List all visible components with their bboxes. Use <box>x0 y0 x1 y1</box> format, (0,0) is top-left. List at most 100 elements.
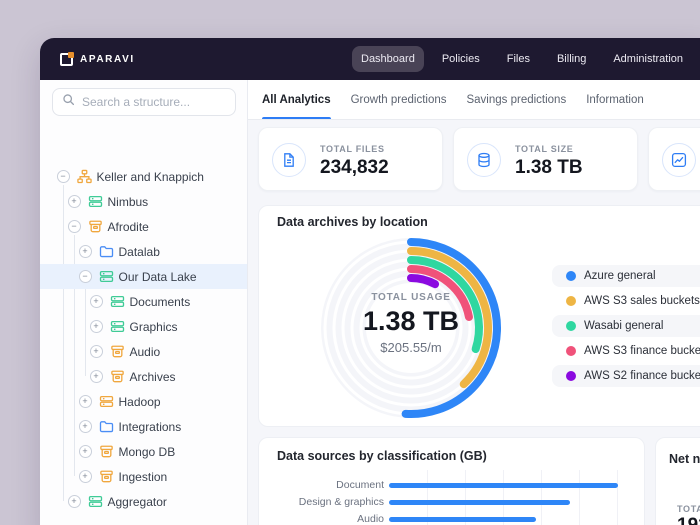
stat-card-total-files[interactable]: TOTAL FILES 234,832 <box>258 127 443 191</box>
legend-dot <box>566 321 576 331</box>
collapse-toggle[interactable]: − <box>56 170 70 183</box>
expand-toggle[interactable]: + <box>78 470 92 483</box>
donut-center: TOTAL USAGE 1.38 TB $205.55/m <box>331 292 491 355</box>
legend-label: AWS S2 finance buckets <box>584 370 700 382</box>
tab-savings-predictions[interactable]: Savings predictions <box>466 80 566 119</box>
tree-item-documents[interactable]: + Documents <box>40 289 247 314</box>
nav-item-files[interactable]: Files <box>498 46 539 72</box>
tree-item-label: Hadoop <box>118 395 161 409</box>
logo-text: APARAVI <box>80 53 135 65</box>
bar-audio <box>389 516 536 522</box>
data-archives-panel: Data archives by location TOTAL USAGE 1.… <box>258 205 700 427</box>
collapse-toggle[interactable]: − <box>78 270 92 283</box>
legend-item-aws-s2-finance-buckets[interactable]: AWS S2 finance buckets <box>552 365 700 387</box>
tree-item-afrodite[interactable]: − Afrodite <box>40 214 247 239</box>
tab-growth-predictions[interactable]: Growth predictions <box>351 80 447 119</box>
gridline <box>617 470 618 525</box>
expand-toggle[interactable]: + <box>67 495 81 508</box>
tree-item-label: Audio <box>129 345 161 359</box>
legend-label: AWS S3 sales buckets <box>584 295 700 307</box>
stat-value: 1.38 TB <box>515 157 583 178</box>
net-total-label: TOTAL <box>677 504 700 514</box>
expand-toggle[interactable]: + <box>89 320 103 333</box>
nav-item-administration[interactable]: Administration <box>604 46 692 72</box>
stack-green-icon <box>110 319 125 334</box>
expand-toggle[interactable]: + <box>78 445 92 458</box>
tree-item-hadoop[interactable]: + Hadoop <box>40 389 247 414</box>
search-input[interactable] <box>82 95 237 109</box>
tree-item-label: Aggregator <box>107 495 167 509</box>
archive-icon <box>99 469 114 484</box>
tree-item-graphics[interactable]: + Graphics <box>40 314 247 339</box>
expand-toggle[interactable]: + <box>89 295 103 308</box>
tree-item-integrations[interactable]: + Integrations <box>40 414 247 439</box>
legend-dot <box>566 371 576 381</box>
bar-document <box>389 482 618 488</box>
expand-toggle[interactable]: + <box>78 395 92 408</box>
tree-item-keller-and-knappich[interactable]: − Keller and Knappich <box>40 164 247 189</box>
tree-item-label: Ingestion <box>118 470 168 484</box>
monthly-cost: $205.55/m <box>380 340 442 355</box>
tab-information[interactable]: Information <box>586 80 644 119</box>
legend-item-aws-s3-sales-buckets[interactable]: AWS S3 sales buckets <box>552 290 700 312</box>
bar-label: Audio <box>357 513 384 525</box>
tree-item-label: Archives <box>129 370 176 384</box>
search-box[interactable] <box>52 88 237 116</box>
net-total-value: 192 <box>677 515 700 525</box>
legend-item-azure-general[interactable]: Azure general <box>552 265 700 287</box>
database-icon <box>467 143 501 177</box>
bar-label: Design & graphics <box>298 496 384 508</box>
chart-line-icon <box>662 143 696 177</box>
panel-title: Net ne <box>669 452 700 466</box>
structure-tree: − Keller and Knappich + Nimbus − Afrodite + Dat… <box>40 118 247 525</box>
legend-dot <box>566 271 576 281</box>
bar-label: Document <box>336 479 384 491</box>
tree-item-mongo-db[interactable]: + Mongo DB <box>40 439 247 464</box>
expand-toggle[interactable]: + <box>89 370 103 383</box>
bar-design-graphics <box>389 499 570 505</box>
file-icon <box>272 143 306 177</box>
analytics-tabs: All Analytics Growth predictions Savings p… <box>248 80 700 120</box>
stat-label: TOTAL FILES <box>320 144 385 154</box>
donut-legend: Azure general AWS S3 sales buckets Wasabi … <box>552 206 700 428</box>
tree-item-ingestion[interactable]: + Ingestion <box>40 464 247 489</box>
total-usage-value: 1.38 TB <box>362 306 460 336</box>
aparavi-logo-icon <box>60 51 74 66</box>
nav-item-policies[interactable]: Policies <box>433 46 489 72</box>
tree-item-our-data-lake[interactable]: − Our Data Lake <box>40 264 247 289</box>
legend-dot <box>566 346 576 356</box>
nav-item-billing[interactable]: Billing <box>548 46 595 72</box>
expand-toggle[interactable]: + <box>89 345 103 358</box>
stat-label: TOTAL SIZE <box>515 144 574 154</box>
stack-green-icon <box>88 494 103 509</box>
archive-icon <box>110 344 125 359</box>
stack-green-icon <box>99 269 114 284</box>
legend-dot <box>566 296 576 306</box>
tree-item-archives[interactable]: + Archives <box>40 364 247 389</box>
search-icon <box>62 93 75 111</box>
org-icon <box>76 169 92 184</box>
nav-item-dashboard[interactable]: Dashboard <box>352 46 424 72</box>
tree-item-label: Keller and Knappich <box>96 170 204 184</box>
legend-label: AWS S3 finance buckets <box>584 345 700 357</box>
tree-item-aggregator[interactable]: + Aggregator <box>40 489 247 514</box>
stat-card-total-size[interactable]: TOTAL SIZE 1.38 TB <box>453 127 638 191</box>
legend-item-wasabi-general[interactable]: Wasabi general <box>552 315 700 337</box>
sidebar: − Keller and Knappich + Nimbus − Afrodite + Dat… <box>40 80 248 525</box>
top-navbar: APARAVI Dashboard Policies Files Billing Adm… <box>40 38 700 80</box>
tree-item-label: Integrations <box>118 420 182 434</box>
collapse-toggle[interactable]: − <box>67 220 81 233</box>
expand-toggle[interactable]: + <box>78 245 92 258</box>
stat-card-extra[interactable] <box>648 127 700 191</box>
tree-item-label: Afrodite <box>107 220 149 234</box>
tab-all-analytics[interactable]: All Analytics <box>262 80 331 119</box>
expand-toggle[interactable]: + <box>78 420 92 433</box>
tree-item-nimbus[interactable]: + Nimbus <box>40 189 247 214</box>
expand-toggle[interactable]: + <box>67 195 81 208</box>
logo: APARAVI <box>60 38 135 80</box>
legend-label: Wasabi general <box>584 320 664 332</box>
legend-item-aws-s3-finance-buckets[interactable]: AWS S3 finance buckets <box>552 340 700 362</box>
tree-item-audio[interactable]: + Audio <box>40 339 247 364</box>
tree-item-datalab[interactable]: + Datalab <box>40 239 247 264</box>
panel-title: Data archives by location <box>277 215 428 229</box>
